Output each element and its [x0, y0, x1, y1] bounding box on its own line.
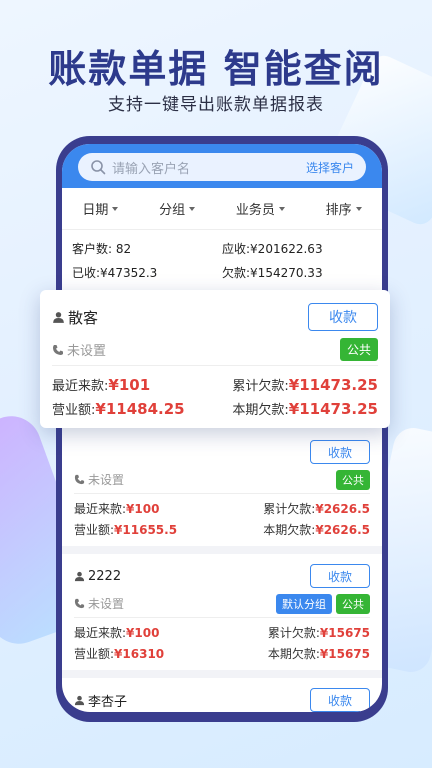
tag-public: 公共	[336, 593, 370, 614]
search-input[interactable]: 请输入客户名	[112, 158, 306, 177]
user-icon	[53, 311, 64, 323]
owed-total: 欠款:¥154270.33	[222, 265, 323, 280]
caret-down-icon	[112, 206, 119, 211]
period-owed: 本期欠款:¥15675	[267, 647, 370, 661]
total-owed: 累计欠款:¥2626.5	[263, 502, 370, 516]
search-bar[interactable]: 请输入客户名 选择客户	[78, 153, 366, 181]
revenue: 营业额:¥11655.5	[74, 523, 178, 537]
total-owed: 累计欠款:¥15675	[267, 626, 370, 640]
revenue: 营业额:¥16310	[74, 647, 165, 661]
period-owed: 本期欠款:¥11473.25	[232, 399, 378, 418]
search-icon	[91, 160, 106, 175]
customer-count: 客户数: 82	[72, 241, 132, 256]
received-total: 已收:¥47352.3	[72, 265, 158, 280]
card-separator	[62, 546, 382, 554]
revenue: 营业额:¥11484.25	[52, 399, 185, 418]
collect-button[interactable]: 收款	[310, 688, 370, 712]
collect-button[interactable]: 收款	[308, 303, 378, 331]
customer-name: 李杏子	[88, 694, 128, 710]
search-header: 请输入客户名 选择客户	[62, 144, 382, 188]
filter-salesperson[interactable]: 业务员	[236, 199, 285, 218]
tag-default-group: 默认分组	[276, 593, 332, 614]
phone-icon	[53, 344, 63, 355]
card-separator	[62, 670, 382, 678]
phone-number: 未设置	[88, 597, 125, 611]
phone-screen: 请输入客户名 选择客户 日期 分组 业务员 排序 客户数: 82 应收:¥201…	[62, 144, 382, 712]
caret-down-icon	[278, 206, 285, 211]
phone-number: 未设置	[67, 344, 107, 359]
collect-button[interactable]: 收款	[310, 440, 370, 464]
filter-date[interactable]: 日期	[82, 199, 119, 218]
period-owed: 本期欠款:¥2626.5	[263, 523, 370, 537]
hero-subtitle: 支持一键导出账款单据报表	[108, 95, 324, 115]
customer-card[interactable]: 收款 未设置 公共 最近来款:¥100 累计欠款:¥2626.5 营业额:¥11…	[62, 430, 382, 546]
caret-down-icon	[189, 206, 196, 211]
user-icon	[74, 571, 85, 581]
user-icon	[74, 695, 85, 705]
select-customer-link[interactable]: 选择客户	[306, 159, 354, 176]
customer-name: 2222	[88, 568, 122, 584]
customer-card[interactable]: 李杏子 收款 未设置 公共	[62, 678, 382, 712]
hero-title: 账款单据 智能查阅	[48, 47, 384, 91]
phone-icon	[74, 474, 85, 485]
customer-card[interactable]: 2222 收款 未设置 默认分组 公共 最近来款:¥100 累计欠款:¥1567…	[62, 554, 382, 670]
phone-icon	[74, 598, 85, 609]
caret-down-icon	[355, 206, 362, 211]
last-payment: 最近来款:¥101	[52, 375, 151, 394]
filter-sort[interactable]: 排序	[326, 199, 362, 218]
phone-number: 未设置	[88, 473, 125, 487]
highlighted-customer-card[interactable]: 散客 收款 未设置 公共 最近来款:¥101 累计欠款:¥11473.25 营业…	[40, 290, 390, 428]
last-payment: 最近来款:¥100	[74, 502, 160, 516]
collect-button[interactable]: 收款	[310, 564, 370, 588]
receivable-total: 应收:¥201622.63	[222, 241, 323, 256]
filter-bar: 日期 分组 业务员 排序	[62, 188, 382, 230]
tag-public: 公共	[339, 338, 378, 361]
summary-panel: 客户数: 82 应收:¥201622.63 已收:¥47352.3 欠款:¥15…	[62, 230, 382, 284]
last-payment: 最近来款:¥100	[74, 626, 160, 640]
filter-group[interactable]: 分组	[159, 199, 196, 218]
total-owed: 累计欠款:¥11473.25	[232, 375, 378, 394]
customer-name: 散客	[68, 308, 99, 327]
tag-public: 公共	[336, 469, 370, 490]
